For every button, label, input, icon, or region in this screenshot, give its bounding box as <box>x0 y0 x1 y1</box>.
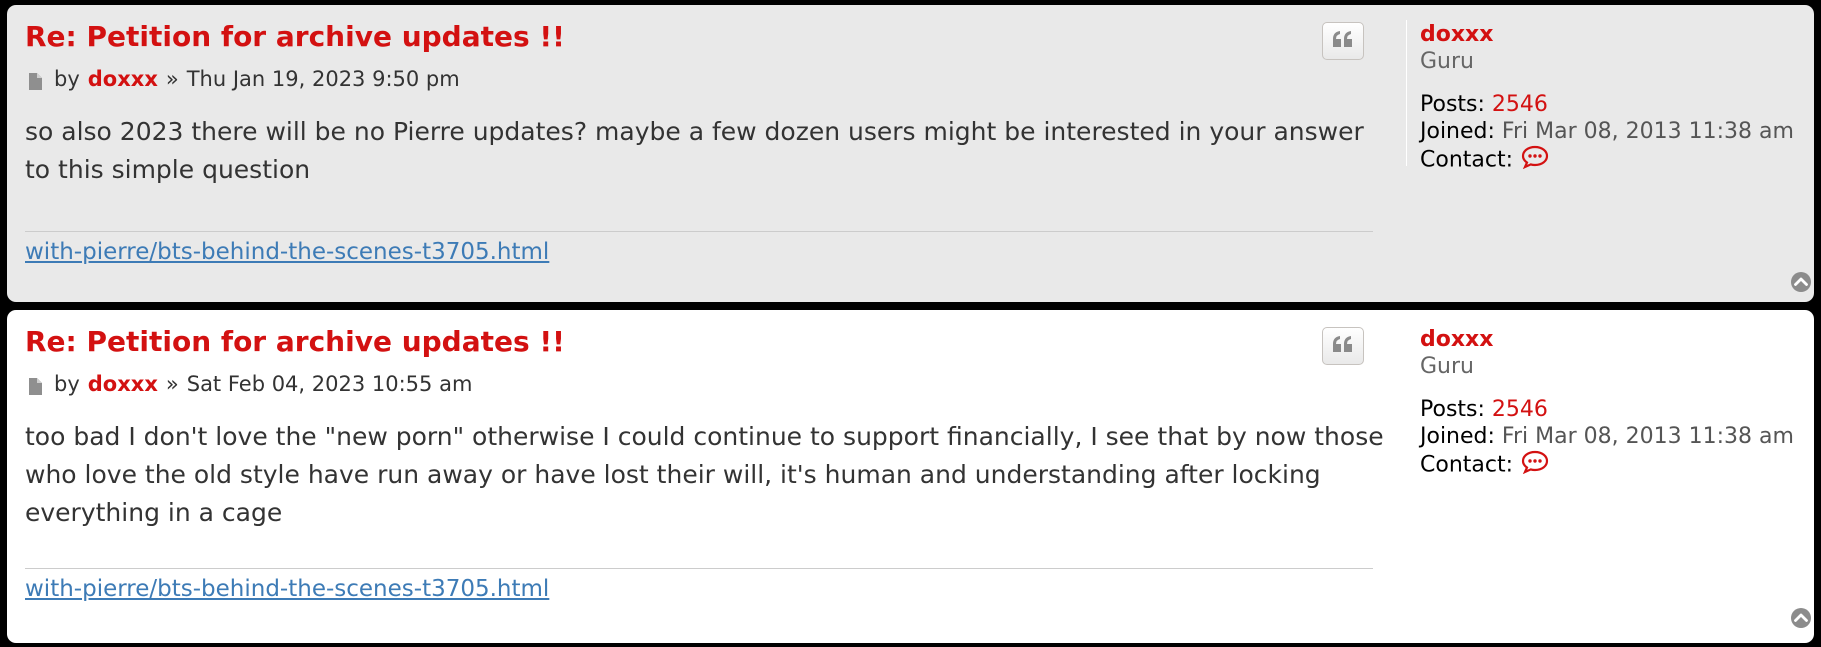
joined-date: Fri Mar 08, 2013 11:38 am <box>1501 119 1794 144</box>
file-icon[interactable] <box>29 376 42 395</box>
contact-label: Contact: <box>1420 147 1514 173</box>
back-to-top-button[interactable] <box>1790 271 1812 293</box>
post-content: so also 2023 there will be no Pierre upd… <box>25 117 1364 184</box>
profile-posts: Posts: 2546 <box>1420 91 1794 118</box>
by-label: by <box>54 372 80 396</box>
post-title[interactable]: Re: Petition for archive updates !! <box>25 23 565 51</box>
author-profile: doxxx Guru Posts: 2546 Joined: Fri Mar 0… <box>1420 326 1794 481</box>
posts-count[interactable]: 2546 <box>1492 397 1548 422</box>
profile-joined: Joined: Fri Mar 08, 2013 11:38 am <box>1420 423 1794 450</box>
quote-icon <box>1332 335 1354 357</box>
profile-contact: Contact: <box>1420 145 1794 176</box>
byline-separator: » <box>165 67 179 91</box>
chevron-circle-up-icon <box>1791 608 1811 628</box>
byline-separator: » <box>165 372 179 396</box>
author-link[interactable]: doxxx <box>88 67 158 91</box>
chat-bubble-icon[interactable] <box>1521 145 1549 176</box>
profile-rank: Guru <box>1420 354 1474 379</box>
contact-label: Contact: <box>1420 452 1514 478</box>
joined-date: Fri Mar 08, 2013 11:38 am <box>1501 424 1794 449</box>
posts-count[interactable]: 2546 <box>1492 92 1548 117</box>
post-title[interactable]: Re: Petition for archive updates !! <box>25 328 565 356</box>
quote-button[interactable] <box>1322 327 1364 365</box>
profile-contact: Contact: <box>1420 450 1794 481</box>
post: Re: Petition for archive updates !! by d… <box>7 5 1814 302</box>
file-icon[interactable] <box>29 71 42 90</box>
signature-divider <box>25 231 1373 232</box>
profile-joined: Joined: Fri Mar 08, 2013 11:38 am <box>1420 118 1794 145</box>
profile-username[interactable]: doxxx <box>1420 326 1794 353</box>
author-profile: doxxx Guru Posts: 2546 Joined: Fri Mar 0… <box>1420 21 1794 176</box>
post: Re: Petition for archive updates !! by d… <box>7 310 1814 643</box>
post-date: Sat Feb 04, 2023 10:55 am <box>186 372 473 396</box>
signature-link[interactable]: with-pierre/bts-behind-the-scenes-t3705.… <box>25 576 549 602</box>
author-link[interactable]: doxxx <box>88 372 158 396</box>
chevron-circle-up-icon <box>1791 272 1811 292</box>
chat-bubble-icon[interactable] <box>1521 450 1549 481</box>
profile-posts: Posts: 2546 <box>1420 396 1794 423</box>
posts-label: Posts: <box>1420 92 1485 117</box>
signature-divider <box>25 568 1373 569</box>
quote-icon <box>1332 30 1354 52</box>
signature-link[interactable]: with-pierre/bts-behind-the-scenes-t3705.… <box>25 239 549 265</box>
post-byline: by doxxx » Thu Jan 19, 2023 9:50 pm <box>25 67 460 91</box>
back-to-top-button[interactable] <box>1790 607 1812 629</box>
posts-label: Posts: <box>1420 397 1485 422</box>
profile-rank: Guru <box>1420 49 1474 74</box>
quote-button[interactable] <box>1322 22 1364 60</box>
joined-label: Joined: <box>1420 424 1495 449</box>
post-content: too bad I don't love the "new porn" othe… <box>25 422 1384 527</box>
joined-label: Joined: <box>1420 119 1495 144</box>
post-byline: by doxxx » Sat Feb 04, 2023 10:55 am <box>25 372 472 396</box>
by-label: by <box>54 67 80 91</box>
profile-username[interactable]: doxxx <box>1420 21 1794 48</box>
post-date: Thu Jan 19, 2023 9:50 pm <box>186 67 460 91</box>
profile-divider <box>1406 20 1407 166</box>
